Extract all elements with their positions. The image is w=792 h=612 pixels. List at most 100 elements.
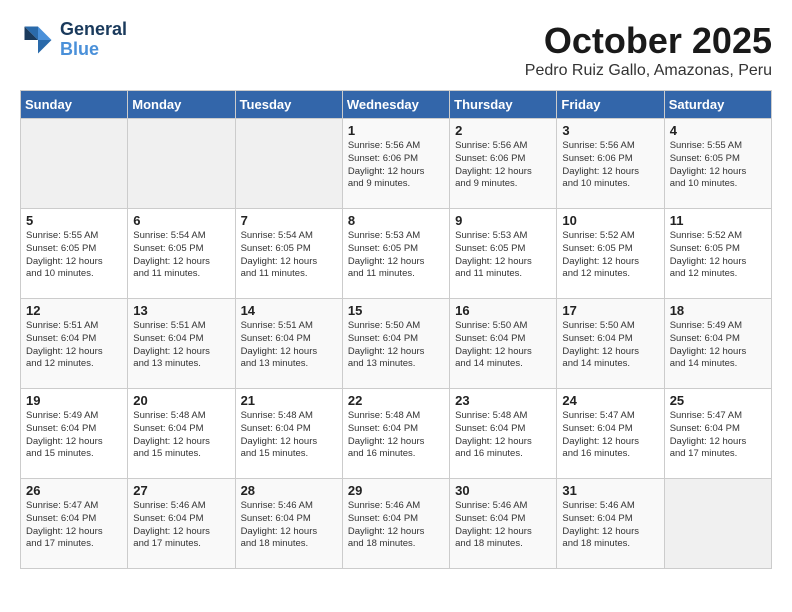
calendar-cell: 13 Sunrise: 5:51 AM Sunset: 6:04 PM Dayli…	[128, 299, 235, 389]
calendar-header-row: SundayMondayTuesdayWednesdayThursdayFrid…	[21, 91, 772, 119]
cell-info: Sunrise: 5:48 AM Sunset: 6:04 PM Dayligh…	[241, 410, 337, 461]
cell-info: Sunrise: 5:55 AM Sunset: 6:05 PM Dayligh…	[26, 230, 122, 281]
cell-info: Sunrise: 5:54 AM Sunset: 6:05 PM Dayligh…	[133, 230, 229, 281]
day-number: 30	[455, 483, 551, 498]
calendar-table: SundayMondayTuesdayWednesdayThursdayFrid…	[20, 90, 772, 569]
day-number: 4	[670, 123, 766, 138]
calendar-week-1: 1 Sunrise: 5:56 AM Sunset: 6:06 PM Daylig…	[21, 119, 772, 209]
day-number: 19	[26, 393, 122, 408]
day-number: 9	[455, 213, 551, 228]
day-number: 1	[348, 123, 444, 138]
day-header-friday: Friday	[557, 91, 664, 119]
logo: General Blue	[20, 20, 127, 60]
calendar-cell: 8 Sunrise: 5:53 AM Sunset: 6:05 PM Daylig…	[342, 209, 449, 299]
calendar-week-3: 12 Sunrise: 5:51 AM Sunset: 6:04 PM Dayli…	[21, 299, 772, 389]
calendar-cell: 14Sunrise: 5:51 AM Sunset: 6:04 PM Dayli…	[235, 299, 342, 389]
cell-info: Sunrise: 5:48 AM Sunset: 6:04 PM Dayligh…	[133, 410, 229, 461]
day-number: 25	[670, 393, 766, 408]
cell-info: Sunrise: 5:48 AM Sunset: 6:04 PM Dayligh…	[348, 410, 444, 461]
calendar-cell: 6Sunrise: 5:54 AM Sunset: 6:05 PM Daylig…	[128, 209, 235, 299]
calendar-cell: 25 Sunrise: 5:47 AM Sunset: 6:04 PM Dayli…	[664, 389, 771, 479]
calendar-body: 1 Sunrise: 5:56 AM Sunset: 6:06 PM Daylig…	[21, 119, 772, 569]
calendar-cell: 28 Sunrise: 5:46 AM Sunset: 6:04 PM Dayli…	[235, 479, 342, 569]
cell-info: Sunrise: 5:56 AM Sunset: 6:06 PM Dayligh…	[562, 140, 658, 191]
calendar-cell: 23 Sunrise: 5:48 AM Sunset: 6:04 PM Dayli…	[450, 389, 557, 479]
calendar-cell: 9Sunrise: 5:53 AM Sunset: 6:05 PM Daylig…	[450, 209, 557, 299]
calendar-cell: 19Sunrise: 5:49 AM Sunset: 6:04 PM Dayli…	[21, 389, 128, 479]
day-number: 14	[241, 303, 337, 318]
cell-info: Sunrise: 5:53 AM Sunset: 6:05 PM Dayligh…	[348, 230, 444, 281]
calendar-cell: 1 Sunrise: 5:56 AM Sunset: 6:06 PM Daylig…	[342, 119, 449, 209]
cell-info: Sunrise: 5:54 AM Sunset: 6:05 PM Dayligh…	[241, 230, 337, 281]
day-number: 12	[26, 303, 122, 318]
calendar-cell: 22 Sunrise: 5:48 AM Sunset: 6:04 PM Dayli…	[342, 389, 449, 479]
cell-info: Sunrise: 5:50 AM Sunset: 6:04 PM Dayligh…	[562, 320, 658, 371]
cell-info: Sunrise: 5:47 AM Sunset: 6:04 PM Dayligh…	[26, 500, 122, 551]
day-header-monday: Monday	[128, 91, 235, 119]
day-header-saturday: Saturday	[664, 91, 771, 119]
day-number: 11	[670, 213, 766, 228]
day-number: 8	[348, 213, 444, 228]
cell-info: Sunrise: 5:46 AM Sunset: 6:04 PM Dayligh…	[455, 500, 551, 551]
cell-info: Sunrise: 5:56 AM Sunset: 6:06 PM Dayligh…	[455, 140, 551, 191]
calendar-cell	[128, 119, 235, 209]
cell-info: Sunrise: 5:46 AM Sunset: 6:04 PM Dayligh…	[133, 500, 229, 551]
day-number: 7	[241, 213, 337, 228]
calendar-cell	[664, 479, 771, 569]
calendar-cell: 5Sunrise: 5:55 AM Sunset: 6:05 PM Daylig…	[21, 209, 128, 299]
cell-info: Sunrise: 5:48 AM Sunset: 6:04 PM Dayligh…	[455, 410, 551, 461]
day-number: 28	[241, 483, 337, 498]
day-number: 15	[348, 303, 444, 318]
page-header: General Blue October 2025 Pedro Ruiz Gal…	[20, 20, 772, 80]
day-number: 23	[455, 393, 551, 408]
calendar-cell: 29 Sunrise: 5:46 AM Sunset: 6:04 PM Dayli…	[342, 479, 449, 569]
day-number: 29	[348, 483, 444, 498]
day-number: 17	[562, 303, 658, 318]
day-number: 13	[133, 303, 229, 318]
calendar-cell: 20 Sunrise: 5:48 AM Sunset: 6:04 PM Dayli…	[128, 389, 235, 479]
cell-info: Sunrise: 5:52 AM Sunset: 6:05 PM Dayligh…	[562, 230, 658, 281]
day-number: 21	[241, 393, 337, 408]
cell-info: Sunrise: 5:47 AM Sunset: 6:04 PM Dayligh…	[562, 410, 658, 461]
cell-info: Sunrise: 5:52 AM Sunset: 6:05 PM Dayligh…	[670, 230, 766, 281]
day-number: 24	[562, 393, 658, 408]
cell-info: Sunrise: 5:47 AM Sunset: 6:04 PM Dayligh…	[670, 410, 766, 461]
cell-info: Sunrise: 5:56 AM Sunset: 6:06 PM Dayligh…	[348, 140, 444, 191]
calendar-subtitle: Pedro Ruiz Gallo, Amazonas, Peru	[525, 62, 772, 80]
cell-info: Sunrise: 5:50 AM Sunset: 6:04 PM Dayligh…	[348, 320, 444, 371]
calendar-cell: 31Sunrise: 5:46 AM Sunset: 6:04 PM Dayli…	[557, 479, 664, 569]
cell-info: Sunrise: 5:50 AM Sunset: 6:04 PM Dayligh…	[455, 320, 551, 371]
calendar-week-2: 5Sunrise: 5:55 AM Sunset: 6:05 PM Daylig…	[21, 209, 772, 299]
calendar-cell	[235, 119, 342, 209]
calendar-cell: 10Sunrise: 5:52 AM Sunset: 6:05 PM Dayli…	[557, 209, 664, 299]
cell-info: Sunrise: 5:51 AM Sunset: 6:04 PM Dayligh…	[133, 320, 229, 371]
day-number: 22	[348, 393, 444, 408]
logo-text: General Blue	[60, 20, 127, 60]
calendar-cell	[21, 119, 128, 209]
calendar-cell: 15 Sunrise: 5:50 AM Sunset: 6:04 PM Dayli…	[342, 299, 449, 389]
day-header-wednesday: Wednesday	[342, 91, 449, 119]
day-number: 20	[133, 393, 229, 408]
calendar-week-4: 19Sunrise: 5:49 AM Sunset: 6:04 PM Dayli…	[21, 389, 772, 479]
cell-info: Sunrise: 5:46 AM Sunset: 6:04 PM Dayligh…	[348, 500, 444, 551]
cell-info: Sunrise: 5:46 AM Sunset: 6:04 PM Dayligh…	[562, 500, 658, 551]
calendar-cell: 4 Sunrise: 5:55 AM Sunset: 6:05 PM Daylig…	[664, 119, 771, 209]
day-header-tuesday: Tuesday	[235, 91, 342, 119]
cell-info: Sunrise: 5:49 AM Sunset: 6:04 PM Dayligh…	[670, 320, 766, 371]
cell-info: Sunrise: 5:46 AM Sunset: 6:04 PM Dayligh…	[241, 500, 337, 551]
calendar-cell: 2Sunrise: 5:56 AM Sunset: 6:06 PM Daylig…	[450, 119, 557, 209]
title-section: October 2025 Pedro Ruiz Gallo, Amazonas,…	[525, 20, 772, 80]
day-number: 27	[133, 483, 229, 498]
day-header-thursday: Thursday	[450, 91, 557, 119]
calendar-cell: 16 Sunrise: 5:50 AM Sunset: 6:04 PM Dayli…	[450, 299, 557, 389]
day-number: 3	[562, 123, 658, 138]
cell-info: Sunrise: 5:51 AM Sunset: 6:04 PM Dayligh…	[26, 320, 122, 371]
calendar-cell: 21 Sunrise: 5:48 AM Sunset: 6:04 PM Dayli…	[235, 389, 342, 479]
calendar-cell: 3 Sunrise: 5:56 AM Sunset: 6:06 PM Daylig…	[557, 119, 664, 209]
calendar-week-5: 26Sunrise: 5:47 AM Sunset: 6:04 PM Dayli…	[21, 479, 772, 569]
cell-info: Sunrise: 5:55 AM Sunset: 6:05 PM Dayligh…	[670, 140, 766, 191]
calendar-cell: 24 Sunrise: 5:47 AM Sunset: 6:04 PM Dayli…	[557, 389, 664, 479]
calendar-cell: 7 Sunrise: 5:54 AM Sunset: 6:05 PM Daylig…	[235, 209, 342, 299]
day-number: 16	[455, 303, 551, 318]
day-number: 18	[670, 303, 766, 318]
